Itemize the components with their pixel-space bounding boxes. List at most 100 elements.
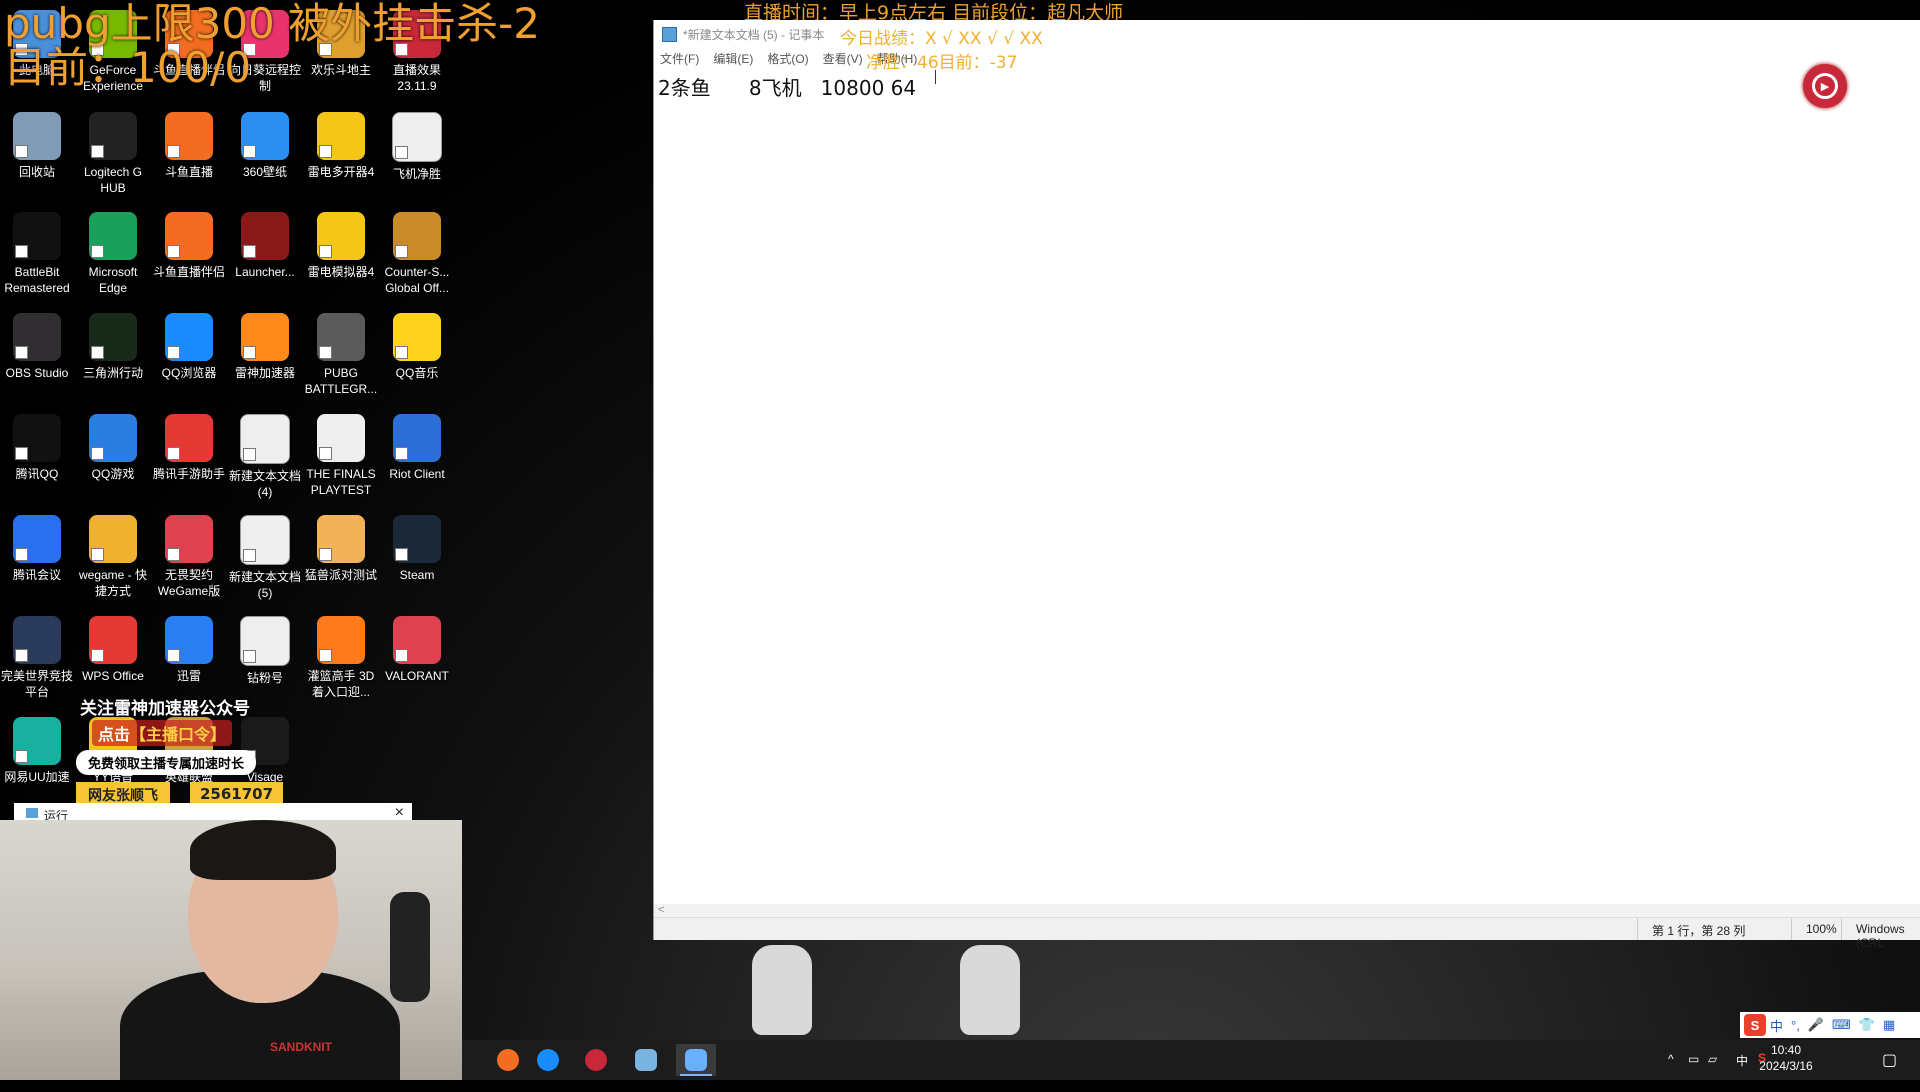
desktop-icon[interactable]: Steam xyxy=(380,513,454,583)
desktop-icon-label: Launcher... xyxy=(235,265,295,279)
desktop-icon[interactable]: 腾讯QQ xyxy=(0,412,74,482)
ime-punct-icon[interactable]: °, xyxy=(1791,1018,1800,1033)
desktop-icon-label: 360壁纸 xyxy=(242,165,288,179)
desktop-icon[interactable]: 迅雷 xyxy=(152,614,226,684)
ime-keyboard-icon[interactable]: ⌨ xyxy=(1832,1017,1851,1033)
menu-view[interactable]: 查看(V) xyxy=(823,50,863,67)
scroll-left-icon[interactable]: < xyxy=(658,904,664,916)
tray-network-icon[interactable]: ▭ xyxy=(1688,1052,1699,1092)
desktop-icon[interactable]: wegame - 快捷方式 xyxy=(76,513,150,599)
desktop-icon[interactable]: VALORANT xyxy=(380,614,454,684)
desktop-icon[interactable]: Counter-S... Global Off... xyxy=(380,210,454,296)
desktop-icon-label: 无畏契约 WeGame版 xyxy=(157,568,221,598)
ime-skin-icon[interactable]: 👕 xyxy=(1859,1017,1875,1033)
tray-language[interactable]: 中 xyxy=(1736,1052,1748,1092)
notification-icon[interactable]: ▢ xyxy=(1882,1050,1897,1090)
pubg-icon xyxy=(317,313,365,361)
desktop-icon[interactable]: 雷神加速器 xyxy=(228,311,302,381)
desktop-icon[interactable]: 钻粉号 xyxy=(228,614,302,686)
desktop-icon-label: 腾讯手游助手 xyxy=(152,467,225,481)
tencent-assistant-icon xyxy=(165,414,213,462)
desktop-icon-label: OBS Studio xyxy=(5,366,69,380)
stream-title-line2: 目前：100/0 xyxy=(4,43,252,92)
desktop-icon[interactable]: 新建文本文档 (5) xyxy=(228,513,302,601)
desktop-icon[interactable]: 灌篮高手 3D 着入口迎... xyxy=(304,614,378,700)
desktop-icon[interactable]: 网易UU加速 xyxy=(0,715,74,785)
desktop-icon[interactable]: 三角洲行动 xyxy=(76,311,150,381)
desktop-icon[interactable]: 腾讯手游助手 xyxy=(152,412,226,482)
notepad-window[interactable]: *新建文本文档 (5) - 记事本 文件(F) 编辑(E) 格式(O) 查看(V… xyxy=(653,20,1920,950)
menu-file[interactable]: 文件(F) xyxy=(660,50,699,67)
ime-grid-icon[interactable]: ▦ xyxy=(1883,1017,1895,1033)
ime-mic-icon[interactable]: 🎤 xyxy=(1808,1017,1824,1033)
desktop-icon[interactable]: 腾讯会议 xyxy=(0,513,74,583)
tencent-meeting-icon xyxy=(13,515,61,563)
screen-record-button[interactable]: ▶ xyxy=(1803,64,1847,108)
taskbar-app[interactable] xyxy=(488,1044,528,1076)
qq-music-icon xyxy=(393,313,441,361)
leishen-icon xyxy=(241,313,289,361)
desktop-icon[interactable]: 雷电模拟器4 xyxy=(304,210,378,280)
desktop-icon[interactable]: QQ浏览器 xyxy=(152,311,226,381)
ime-language[interactable]: 中 xyxy=(1770,1016,1783,1035)
taskbar-clock[interactable]: 10:40 2024/3/16 xyxy=(1756,1042,1816,1074)
record-icon: ▶ xyxy=(1812,73,1838,99)
desktop-icon[interactable]: 新建文本文档 (4) xyxy=(228,412,302,500)
desktop-icon-label: QQ浏览器 xyxy=(161,366,217,380)
desktop-icon-label: 飞机净胜 xyxy=(392,167,441,181)
taskbar-app[interactable] xyxy=(626,1044,666,1076)
notepad-statusbar: 第 1 行，第 28 列 100% Windows (CRL xyxy=(654,917,1920,950)
wallpaper-shoe-left xyxy=(752,945,812,1035)
tray-overflow-icon[interactable]: ^ xyxy=(1668,1052,1674,1092)
desktop-icon[interactable]: Launcher... xyxy=(228,210,302,280)
horizontal-scrollbar[interactable]: < xyxy=(654,904,1920,918)
desktop-icon[interactable]: 猛兽派对测试 xyxy=(304,513,378,583)
desktop-icon[interactable]: 飞机净胜 xyxy=(380,110,454,182)
desktop-icon[interactable]: QQ游戏 xyxy=(76,412,150,482)
menu-format[interactable]: 格式(O) xyxy=(767,50,808,67)
desktop-icon-label: 腾讯QQ xyxy=(15,467,59,481)
menu-edit[interactable]: 编辑(E) xyxy=(713,50,753,67)
desktop-icon[interactable]: PUBG BATTLEGR... xyxy=(304,311,378,397)
notepad-icon xyxy=(635,1049,657,1071)
desktop-icon[interactable]: 360壁纸 xyxy=(228,110,302,180)
desktop-icon[interactable]: 斗鱼直播 xyxy=(152,110,226,180)
desktop-icon[interactable]: Logitech G HUB xyxy=(76,110,150,196)
desktop-icon[interactable]: 雷电多开器4 xyxy=(304,110,378,180)
desktop-icon[interactable]: 斗鱼直播伴侣 xyxy=(152,210,226,280)
desktop-icon-label: 雷电模拟器4 xyxy=(307,265,375,279)
desktop-icon[interactable]: 无畏契约 WeGame版 xyxy=(152,513,226,599)
file-explorer-icon xyxy=(685,1049,707,1071)
desktop-icon[interactable]: Riot Client xyxy=(380,412,454,482)
qq-icon xyxy=(13,414,61,462)
taskbar-app[interactable] xyxy=(528,1044,568,1076)
sogou-icon[interactable]: S xyxy=(1744,1014,1766,1036)
taskbar-app[interactable] xyxy=(576,1044,616,1076)
uu-icon xyxy=(13,717,61,765)
desktop-icon[interactable]: 回收站 xyxy=(0,110,74,180)
promo-click-banner[interactable]: 点击【主播口令】 xyxy=(92,720,233,746)
valorant-icon xyxy=(165,515,213,563)
desktop-icon-label: 腾讯会议 xyxy=(12,568,61,582)
desktop-icon-label: QQ音乐 xyxy=(395,366,439,380)
taskbar-app[interactable] xyxy=(676,1044,716,1076)
notepad-text-area[interactable]: 2条鱼 8飞机 10800 64 xyxy=(658,72,916,101)
ime-toolbar[interactable]: S 中 °, 🎤 ⌨ 👕 ▦ xyxy=(1740,1012,1920,1038)
desktop-icon-label: Microsoft Edge xyxy=(88,265,138,295)
taskbar: ^ ▭ ▱ 中 S ▢ xyxy=(462,1040,1920,1080)
desktop-icon[interactable]: QQ音乐 xyxy=(380,311,454,381)
desktop-icon[interactable]: Microsoft Edge xyxy=(76,210,150,296)
shirt-logo-text: SANDKNIT xyxy=(270,1040,332,1054)
desktop-icon[interactable]: WPS Office xyxy=(76,614,150,684)
desktop-icon[interactable]: THE FINALS PLAYTEST xyxy=(304,412,378,498)
perfect-world-icon xyxy=(13,616,61,664)
desktop-icon-label: Steam xyxy=(399,568,435,582)
tray-display-icon[interactable]: ▱ xyxy=(1708,1052,1717,1092)
desktop-icon[interactable]: BattleBit Remastered xyxy=(0,210,74,296)
desktop-icon-label: BattleBit Remastered xyxy=(4,265,70,295)
desktop-icon-label: Riot Client xyxy=(389,467,445,481)
party-animals-icon xyxy=(317,515,365,563)
desktop-icon[interactable]: 完美世界竞技平台 xyxy=(0,614,74,700)
desktop-icon[interactable]: OBS Studio xyxy=(0,311,74,381)
clock-time: 10:40 xyxy=(1770,1043,1802,1057)
